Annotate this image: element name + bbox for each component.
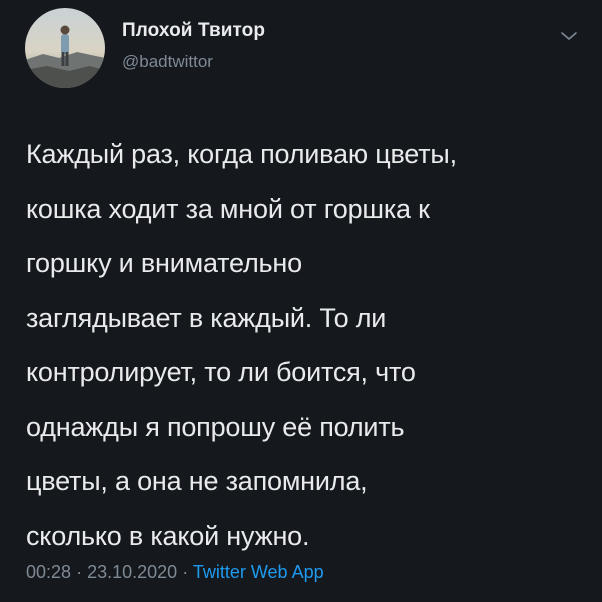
author-display-name[interactable]: Плохой Твитор xyxy=(122,20,265,42)
tweet-time[interactable]: 00:28 xyxy=(26,562,71,582)
chevron-down-icon[interactable] xyxy=(558,28,580,44)
tweet-metadata: 00:28 · 23.10.2020 · Twitter Web App xyxy=(26,562,324,583)
meta-separator: · xyxy=(182,562,189,582)
avatar[interactable] xyxy=(25,8,105,88)
avatar-photo xyxy=(25,8,105,88)
tweet-source-link[interactable]: Twitter Web App xyxy=(193,562,324,582)
meta-separator: · xyxy=(76,562,83,582)
author-handle[interactable]: @badtwittor xyxy=(122,52,213,72)
tweet-date[interactable]: 23.10.2020 xyxy=(87,562,177,582)
tweet-text: Каждый раз, когда поливаю цветы, кошка х… xyxy=(26,139,457,551)
tweet-card: Плохой Твитор @badtwittor Каждый раз, ко… xyxy=(0,0,602,602)
